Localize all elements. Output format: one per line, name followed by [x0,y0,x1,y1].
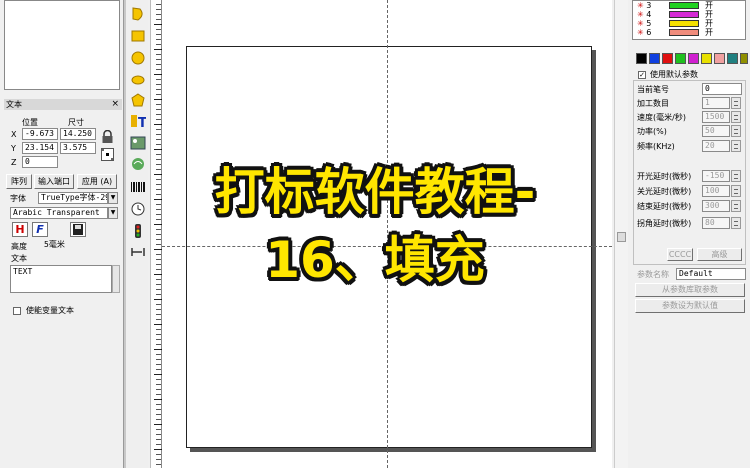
pen-row[interactable]: ✳ 3开 [637,1,713,10]
speed-field[interactable]: 1500 [702,111,730,123]
freq-spinner[interactable] [731,140,741,152]
text-tool-icon[interactable]: T [130,113,146,129]
text-panel-header: 文本 × [4,99,122,110]
use-default-label: 使用默认参数 [650,70,698,79]
variable-text-label: 使能变量文本 [26,306,74,315]
pen-star-icon: ✳ [637,28,644,37]
object-list[interactable] [4,0,120,90]
speed-spinner[interactable] [731,111,741,123]
palette-swatch-magenta[interactable] [688,53,699,64]
svg-text:T: T [138,116,146,129]
pen-row[interactable]: ✳ 4开 [637,10,713,19]
count-field[interactable]: 1 [702,97,730,109]
freq-field[interactable]: 20 [702,140,730,152]
y-axis-label: Y [11,144,16,153]
power-label: 功率(%) [637,127,667,136]
current-pen-label: 当前笔号 [637,85,669,94]
palette-swatch-green[interactable] [675,53,686,64]
palette-swatch-yellow[interactable] [701,53,712,64]
set-default-button[interactable]: 参数设为默认值 [635,299,745,313]
tutorial-title-line1: 打标软件教程- [214,163,536,221]
pen-row[interactable]: ✳ 6开 [637,28,713,37]
ellipse-tool-icon[interactable] [130,72,146,88]
current-pen-field[interactable]: 0 [702,83,742,95]
circle-tool-icon[interactable] [130,50,146,66]
palette-swatch-olive[interactable] [740,53,748,64]
speed-label: 速度(毫米/秒) [637,113,686,122]
palette-swatch-blue[interactable] [649,53,660,64]
pen-star-icon: ✳ [637,10,644,19]
size-header: 尺寸 [68,118,84,127]
pen-color-swatch [669,11,699,18]
pen-star-icon: ✳ [637,19,644,28]
x-size-field[interactable]: 14.250 [60,128,96,140]
polygon-tool-icon[interactable] [130,92,146,108]
pen-row[interactable]: ✳ 5开 [637,19,713,28]
y-position-field[interactable]: 23.154 [22,142,58,154]
tutorial-title-line2: 16、填充 [265,231,485,289]
count-label: 加工数目 [637,99,669,108]
use-default-checkbox[interactable]: ✓ [638,71,646,79]
palette-swatch-pink[interactable] [714,53,725,64]
pen-list[interactable]: ✳ 3开 ✳ 4开 ✳ 5开 ✳ 6开 [632,0,746,40]
bitmap-tool-icon[interactable] [130,135,146,151]
section-title: 文本 [6,100,22,109]
rectangle-tool-icon[interactable] [130,28,146,44]
position-header: 位置 [22,118,38,127]
y-size-field[interactable]: 3.575 [60,142,96,154]
pen-star-icon: ✳ [637,1,644,10]
pen-color-swatch [669,29,699,36]
palette-swatch-black[interactable] [636,53,647,64]
palette-swatch-teal[interactable] [727,53,738,64]
lock-icon[interactable] [101,129,114,144]
freq-label: 频率(KHz) [637,142,675,151]
power-spinner[interactable] [731,125,741,137]
close-icon[interactable]: × [111,99,119,110]
curve-tool-icon[interactable] [130,6,146,22]
count-spinner[interactable] [731,97,741,109]
pen-color-swatch [669,20,699,27]
x-position-field[interactable]: -9.673 [22,128,58,140]
x-axis-label: X [11,130,17,139]
variable-text-checkbox[interactable] [13,307,21,315]
pen-color-swatch [669,2,699,9]
palette-swatch-red[interactable] [662,53,673,64]
power-field[interactable]: 50 [702,125,730,137]
